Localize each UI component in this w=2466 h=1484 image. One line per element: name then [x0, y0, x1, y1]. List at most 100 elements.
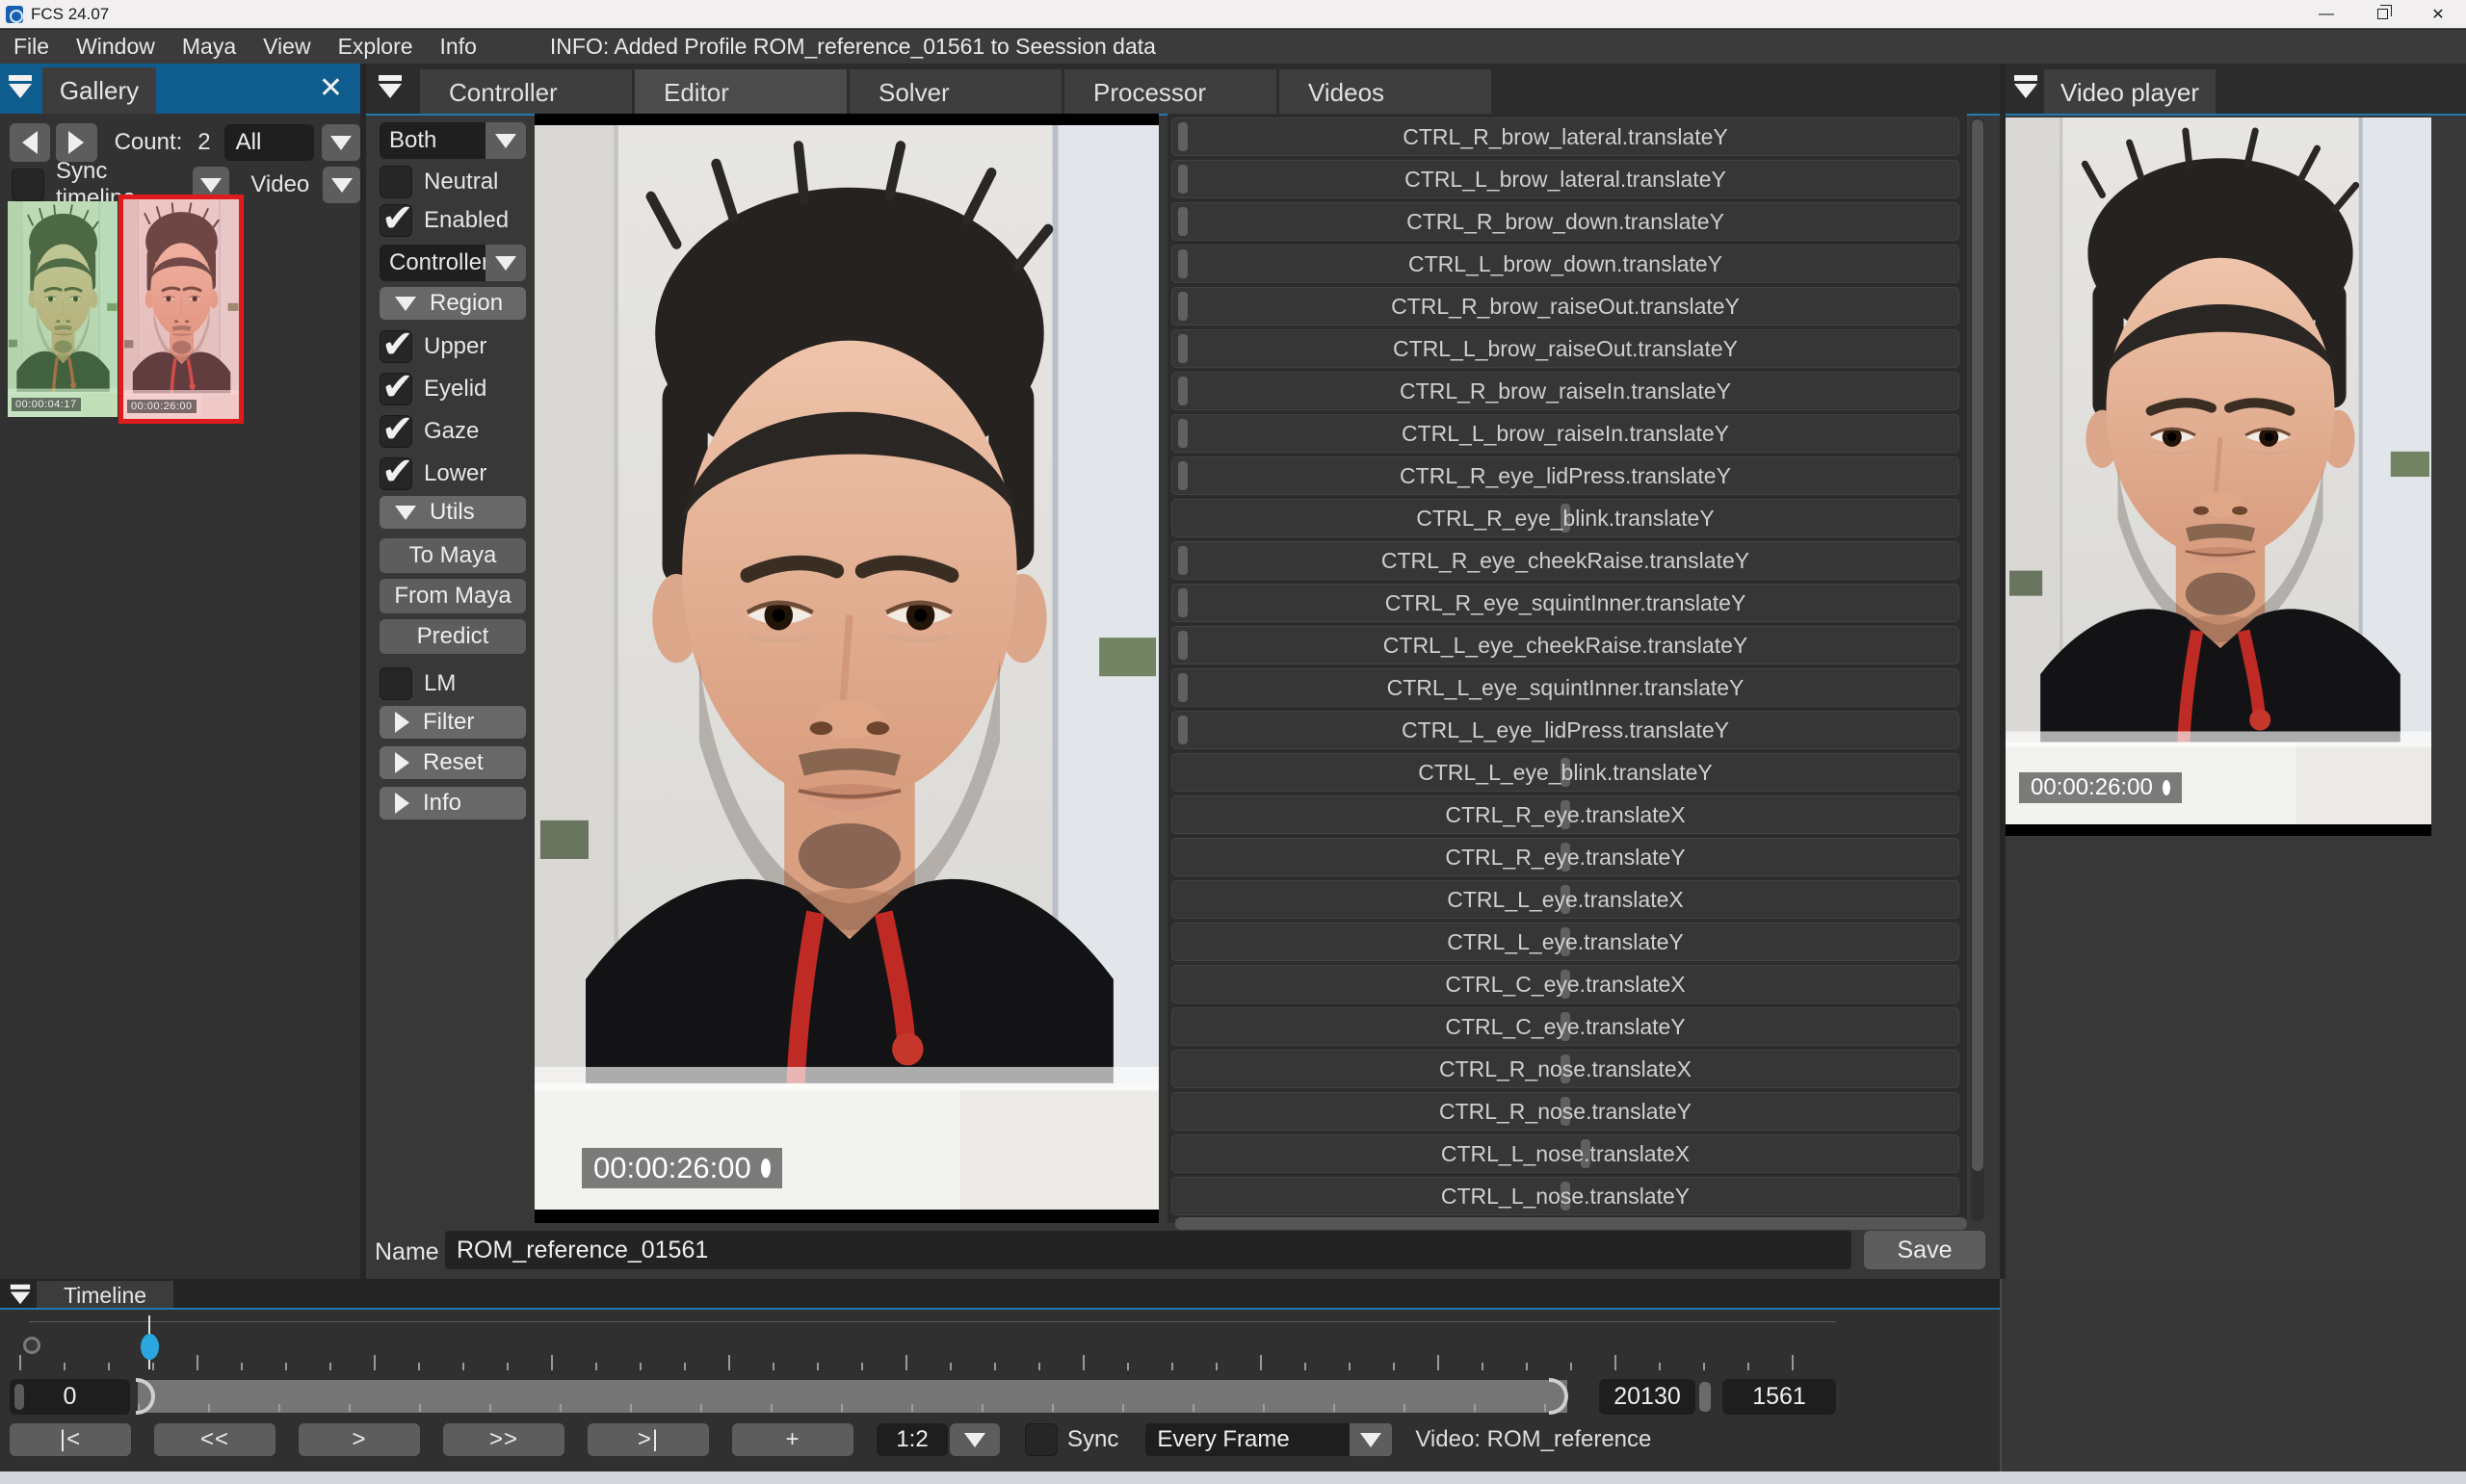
name-input[interactable]: ROM_reference_01561: [445, 1231, 1851, 1269]
control-slider-row[interactable]: CTRL_C_eye.translateX: [1171, 965, 1959, 1003]
reference-image-viewer[interactable]: 00:00:26:00: [535, 114, 1159, 1223]
control-slider-row[interactable]: CTRL_L_eye_blink.translateY: [1171, 753, 1959, 792]
video-dropdown-arrow[interactable]: [323, 167, 360, 203]
gallery-filter-dropdown[interactable]: All: [223, 124, 314, 161]
menu-item[interactable]: Window: [63, 34, 169, 60]
slider-list-hscrollbar[interactable]: [1175, 1217, 1967, 1230]
panel-filter-icon[interactable]: [376, 73, 405, 100]
next-thumbnail-button[interactable]: [56, 123, 97, 162]
gallery-filter-arrow[interactable]: [321, 124, 360, 161]
transport-button[interactable]: >>: [443, 1423, 564, 1456]
timeline-sync-checkbox[interactable]: [1025, 1423, 1058, 1456]
transport-button[interactable]: |<: [10, 1423, 131, 1456]
control-slider-row[interactable]: CTRL_L_eye_squintInner.translateY: [1171, 668, 1959, 707]
slider-list-scrollbar[interactable]: [1971, 117, 1984, 1221]
control-slider-row[interactable]: CTRL_R_eye_lidPress.translateY: [1171, 456, 1959, 495]
menu-item[interactable]: Maya: [169, 34, 249, 60]
chevron-down-icon[interactable]: [485, 245, 526, 281]
utils-section-header[interactable]: Utils: [380, 496, 526, 529]
gallery-thumbnail[interactable]: 00:00:04:17: [8, 201, 118, 417]
step-ratio-value[interactable]: 1:2: [877, 1423, 948, 1456]
gallery-thumbnail[interactable]: 00:00:26:00: [118, 195, 244, 424]
timeline-range-bar[interactable]: [138, 1380, 1567, 1413]
neutral-checkbox[interactable]: [380, 166, 412, 198]
region-checkbox[interactable]: [380, 323, 414, 367]
frame-mode-dropdown[interactable]: Every Frame: [1145, 1423, 1351, 1456]
control-slider-row[interactable]: CTRL_L_nose.translateY: [1171, 1177, 1959, 1215]
sync-timeline-checkbox[interactable]: [12, 169, 44, 201]
control-slider-row[interactable]: CTRL_L_brow_lateral.translateY: [1171, 160, 1959, 198]
tab-gallery[interactable]: Gallery: [42, 67, 156, 114]
panel-filter-icon[interactable]: [6, 73, 35, 100]
control-slider-row[interactable]: CTRL_R_eye.translateY: [1171, 838, 1959, 876]
enabled-checkbox[interactable]: [380, 196, 414, 241]
controller-dropdown[interactable]: Controller: [380, 245, 526, 281]
region-checkbox[interactable]: [380, 365, 414, 409]
controller-tab[interactable]: Videos: [1279, 69, 1491, 116]
chevron-down-icon[interactable]: [485, 122, 526, 159]
maximize-button[interactable]: [2354, 0, 2410, 28]
control-slider-row[interactable]: CTRL_L_brow_raiseIn.translateY: [1171, 414, 1959, 453]
region-checkbox[interactable]: [380, 450, 414, 494]
close-icon[interactable]: ✕: [319, 71, 343, 105]
region-checkbox[interactable]: [380, 407, 414, 452]
control-slider-row[interactable]: CTRL_L_nose.translateX: [1171, 1134, 1959, 1173]
minimize-button[interactable]: —: [2298, 0, 2354, 28]
transport-button[interactable]: >|: [588, 1423, 709, 1456]
action-button[interactable]: From Maya: [380, 579, 526, 613]
region-section-header[interactable]: Region: [380, 287, 526, 320]
control-slider-row[interactable]: CTRL_R_eye_cheekRaise.translateY: [1171, 541, 1959, 580]
menu-item[interactable]: Info: [427, 34, 490, 60]
range-start-handle[interactable]: [14, 1384, 24, 1410]
transport-button[interactable]: +: [732, 1423, 853, 1456]
collapsed-section-header[interactable]: Filter: [380, 706, 526, 739]
controller-tab[interactable]: Processor: [1064, 69, 1276, 116]
menu-item[interactable]: File: [0, 34, 63, 60]
panel-filter-icon[interactable]: [2011, 73, 2040, 100]
control-slider-row[interactable]: CTRL_R_eye_blink.translateY: [1171, 499, 1959, 537]
tab-video-player[interactable]: Video player: [2044, 69, 2216, 116]
control-slider-row[interactable]: CTRL_C_eye.translateY: [1171, 1007, 1959, 1046]
both-dropdown[interactable]: Both: [380, 122, 526, 159]
control-slider-row[interactable]: CTRL_L_eye_lidPress.translateY: [1171, 711, 1959, 749]
lm-checkbox[interactable]: [380, 667, 412, 700]
save-button[interactable]: Save: [1864, 1231, 1985, 1269]
control-slider-row[interactable]: CTRL_L_eye.translateY: [1171, 923, 1959, 961]
control-slider-row[interactable]: CTRL_R_brow_raiseOut.translateY: [1171, 287, 1959, 325]
control-slider-row[interactable]: CTRL_R_brow_lateral.translateY: [1171, 117, 1959, 156]
frame-count-value[interactable]: 1561: [1722, 1379, 1836, 1415]
control-slider-row[interactable]: CTRL_L_eye.translateX: [1171, 880, 1959, 919]
control-slider-row[interactable]: CTRL_R_eye_squintInner.translateY: [1171, 584, 1959, 622]
range-end-handle[interactable]: [1699, 1382, 1711, 1412]
frame-mode-arrow[interactable]: [1350, 1423, 1393, 1456]
range-end-value[interactable]: 20130: [1599, 1379, 1695, 1415]
menu-item[interactable]: View: [249, 34, 324, 60]
control-slider-row[interactable]: CTRL_L_brow_raiseOut.translateY: [1171, 329, 1959, 368]
transport-button[interactable]: <<: [154, 1423, 275, 1456]
controller-tab[interactable]: Controller: [420, 69, 632, 116]
range-start-value[interactable]: 0: [10, 1379, 130, 1415]
control-slider-row[interactable]: CTRL_R_eye.translateX: [1171, 795, 1959, 834]
control-slider-row[interactable]: CTRL_R_brow_down.translateY: [1171, 202, 1959, 241]
transport-button[interactable]: >: [299, 1423, 420, 1456]
step-ratio-arrow[interactable]: [950, 1423, 1000, 1456]
control-slider-row[interactable]: CTRL_L_eye_cheekRaise.translateY: [1171, 626, 1959, 664]
control-slider-row[interactable]: CTRL_L_brow_down.translateY: [1171, 245, 1959, 283]
timeline-origin-marker[interactable]: [23, 1337, 40, 1354]
sync-dropdown-arrow[interactable]: [192, 167, 230, 203]
close-button[interactable]: ✕: [2410, 0, 2466, 28]
action-button[interactable]: Predict: [380, 619, 526, 654]
control-slider-row[interactable]: CTRL_R_nose.translateY: [1171, 1092, 1959, 1131]
control-slider-row[interactable]: CTRL_R_nose.translateX: [1171, 1050, 1959, 1088]
action-button[interactable]: To Maya: [380, 538, 526, 573]
panel-filter-icon[interactable]: [8, 1283, 33, 1306]
controller-tab[interactable]: Solver: [850, 69, 1062, 116]
timeline-ruler[interactable]: [19, 1354, 1836, 1370]
menu-item[interactable]: Explore: [325, 34, 427, 60]
controller-tab[interactable]: Editor: [635, 69, 847, 116]
video-player-view[interactable]: 00:00:26:00: [2006, 117, 2431, 836]
scrollbar-thumb[interactable]: [1972, 119, 1983, 1171]
collapsed-section-header[interactable]: Reset: [380, 746, 526, 779]
prev-thumbnail-button[interactable]: [10, 123, 51, 162]
collapsed-section-header[interactable]: Info: [380, 787, 526, 820]
